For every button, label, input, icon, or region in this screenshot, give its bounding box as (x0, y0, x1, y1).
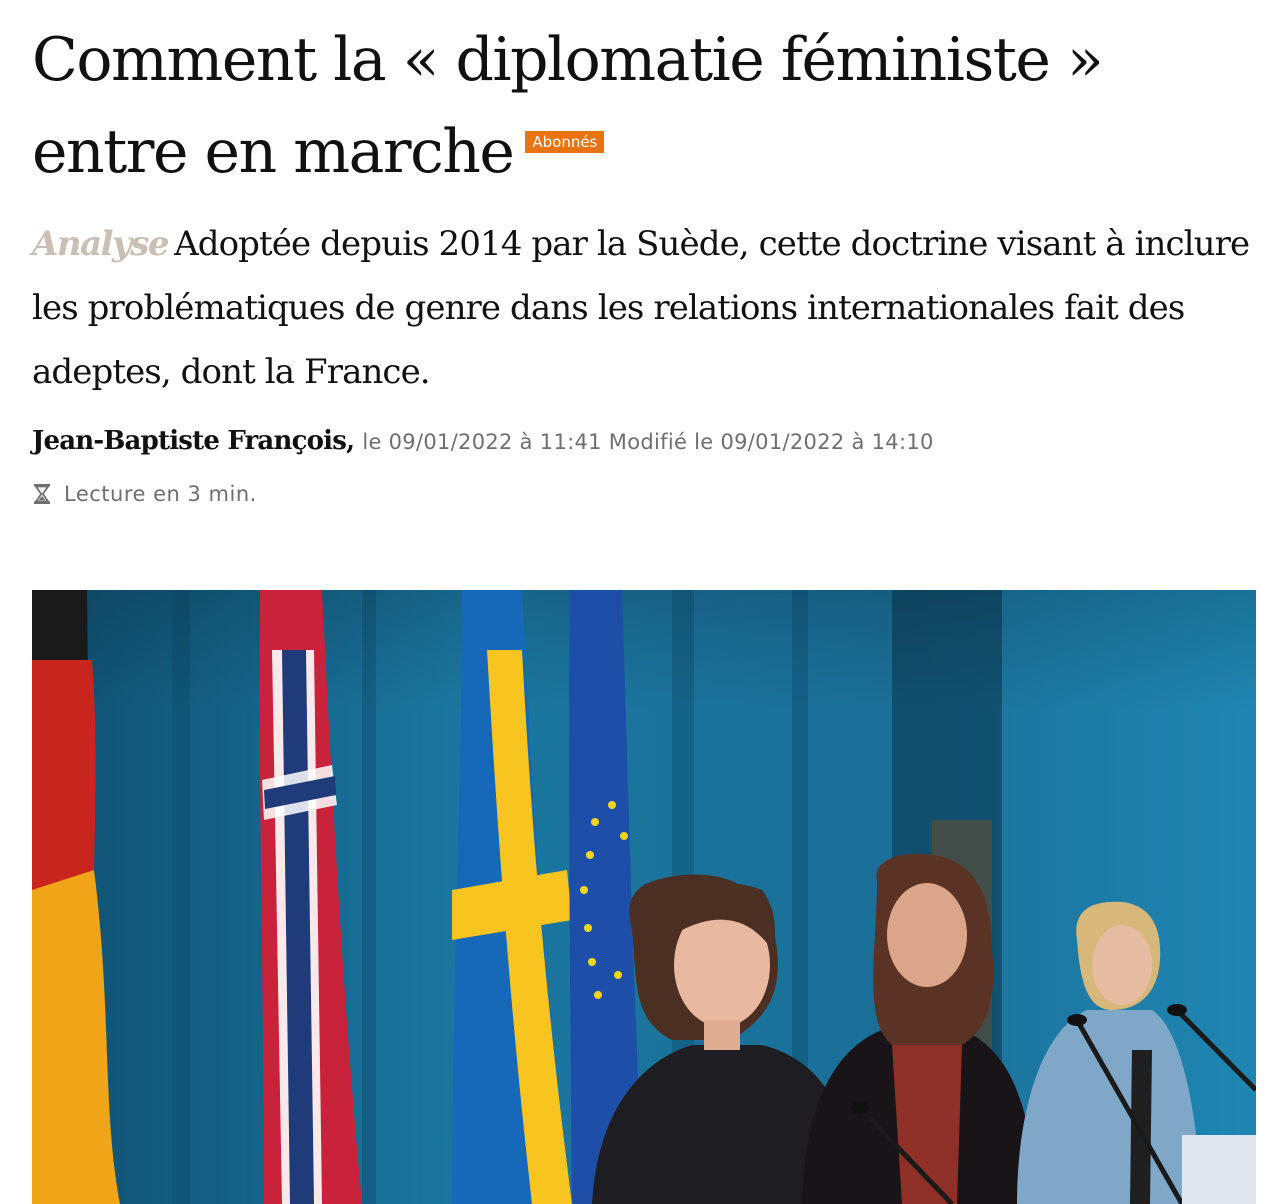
article-photo[interactable] (32, 590, 1256, 1204)
lectern (1182, 1135, 1256, 1204)
article-headline: Comment la « diplomatie féministe » entr… (32, 0, 1256, 198)
author-name[interactable]: Jean-Baptiste François, (32, 426, 355, 456)
subscriber-badge: Abonnés (525, 131, 605, 154)
reading-time-text: Lecture en 3 min. (64, 482, 257, 506)
headline-line-2: entre en marche Abonnés (32, 106, 1256, 198)
headline-line-2-text: entre en marche (32, 117, 515, 187)
hourglass-icon (34, 484, 50, 504)
press-conference-photo (32, 590, 1256, 1204)
article-header: Comment la « diplomatie féministe » entr… (32, 0, 1256, 506)
byline: Jean-Baptiste François, le 09/01/2022 à … (32, 426, 1256, 456)
article-kicker: Analyse (32, 224, 170, 264)
reading-time: Lecture en 3 min. (32, 482, 1256, 506)
headline-line-1: Comment la « diplomatie féministe » (32, 25, 1104, 95)
publication-dates: le 09/01/2022 à 11:41 Modifié le 09/01/2… (362, 430, 934, 454)
standfirst-text: Adoptée depuis 2014 par la Suède, cette … (32, 224, 1250, 392)
article-standfirst: Analyse Adoptée depuis 2014 par la Suède,… (32, 212, 1256, 404)
